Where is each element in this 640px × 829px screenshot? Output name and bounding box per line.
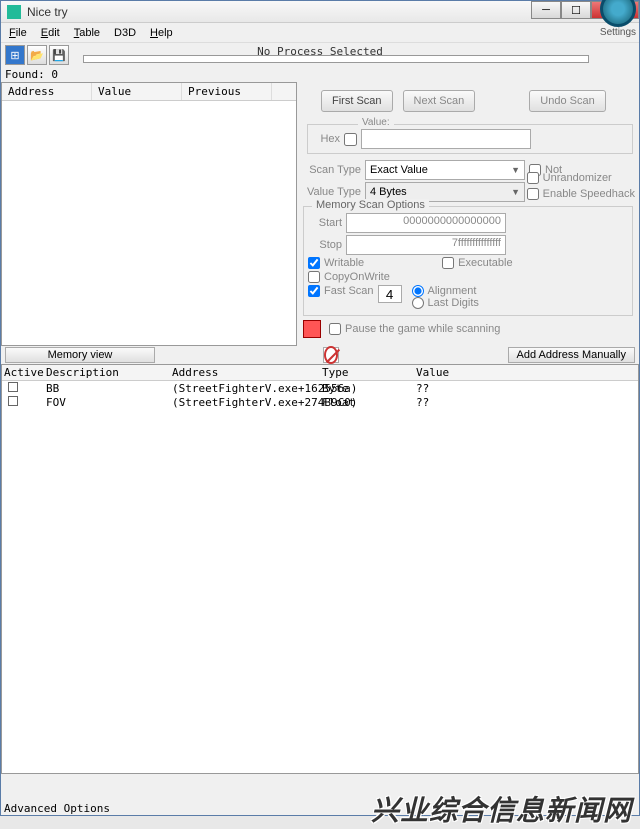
hex-checkbox[interactable] (344, 133, 357, 146)
first-scan-button[interactable]: First Scan (321, 90, 393, 112)
result-list[interactable]: Address Value Previous (1, 82, 297, 346)
stop-input[interactable]: 7fffffffffffffff (346, 235, 506, 255)
progress-bar (83, 55, 589, 63)
menu-d3d[interactable]: D3D (114, 27, 136, 39)
minimize-button[interactable]: ─ (531, 1, 561, 19)
menu-help[interactable]: Help (150, 27, 173, 39)
mem-options-title: Memory Scan Options (312, 199, 429, 211)
memory-view-button[interactable]: Memory view (5, 347, 155, 363)
found-label: Found: 0 (1, 67, 639, 82)
next-scan-button[interactable]: Next Scan (403, 90, 476, 112)
add-address-button[interactable]: Add Address Manually (508, 347, 635, 363)
pause-checkbox[interactable] (329, 323, 341, 335)
executable-checkbox[interactable] (442, 257, 454, 269)
writable-checkbox[interactable] (308, 257, 320, 269)
value-input[interactable] (361, 129, 531, 149)
fastscan-checkbox[interactable] (308, 285, 320, 297)
menu-edit[interactable]: Edit (41, 27, 60, 39)
menu-file[interactable]: File (9, 27, 27, 39)
start-input[interactable]: 0000000000000000 (346, 213, 506, 233)
scan-down-button[interactable] (303, 320, 321, 338)
col-active[interactable]: Active (2, 365, 44, 380)
no-icon (324, 346, 338, 364)
app-icon (7, 5, 21, 19)
watermark: 兴业综合信息新闻网 (371, 789, 632, 829)
col-address[interactable]: Address (170, 365, 320, 380)
table-row[interactable]: BB(StreetFighterV.exe+162556a)Byte?? (2, 381, 638, 395)
col-previous[interactable]: Previous (182, 83, 272, 100)
col-description[interactable]: Description (44, 365, 170, 380)
active-checkbox[interactable] (8, 382, 18, 392)
col-value[interactable]: Value (414, 365, 514, 380)
value-legend: Value: (358, 117, 394, 128)
undo-scan-button[interactable]: Undo Scan (529, 90, 605, 112)
alignment-radio[interactable] (412, 285, 424, 297)
col-address[interactable]: Address (2, 83, 92, 100)
select-process-button[interactable]: ⊞ (5, 45, 25, 65)
save-button[interactable]: 💾 (49, 45, 69, 65)
clear-list-button[interactable] (323, 347, 339, 363)
fastscan-value[interactable] (378, 285, 402, 303)
maximize-button[interactable]: ☐ (561, 1, 591, 19)
scan-type-label: Scan Type (303, 164, 361, 176)
value-type-label: Value Type (303, 186, 361, 198)
col-value[interactable]: Value (92, 83, 182, 100)
table-row[interactable]: FOV(StreetFighterV.exe+274B9C0)Float?? (2, 395, 638, 409)
scan-panel: First Scan Next Scan Undo Scan Value: He… (297, 82, 639, 346)
copyonwrite-checkbox[interactable] (308, 271, 320, 283)
advanced-options[interactable]: Advanced Options (4, 802, 110, 815)
hex-label: Hex (310, 133, 340, 145)
gear-icon (600, 0, 636, 27)
settings-button[interactable]: Settings (597, 0, 639, 38)
cheat-table[interactable]: Active Description Address Type Value BB… (1, 364, 639, 774)
menu-table[interactable]: Table (74, 27, 100, 39)
speedhack-checkbox[interactable] (527, 188, 539, 200)
open-button[interactable]: 📂 (27, 45, 47, 65)
unrandomizer-checkbox[interactable] (527, 172, 539, 184)
lastdigits-radio[interactable] (412, 297, 424, 309)
toolbar: ⊞ 📂 💾 No Process Selected Settings (1, 43, 639, 67)
scan-type-select[interactable]: Exact Value▼ (365, 160, 525, 180)
col-type[interactable]: Type (320, 365, 414, 380)
active-checkbox[interactable] (8, 396, 18, 406)
window-title: Nice try (27, 5, 68, 19)
menubar: File Edit Table D3D Help (1, 23, 639, 43)
titlebar: Nice try ─ ☐ ✕ (1, 1, 639, 23)
